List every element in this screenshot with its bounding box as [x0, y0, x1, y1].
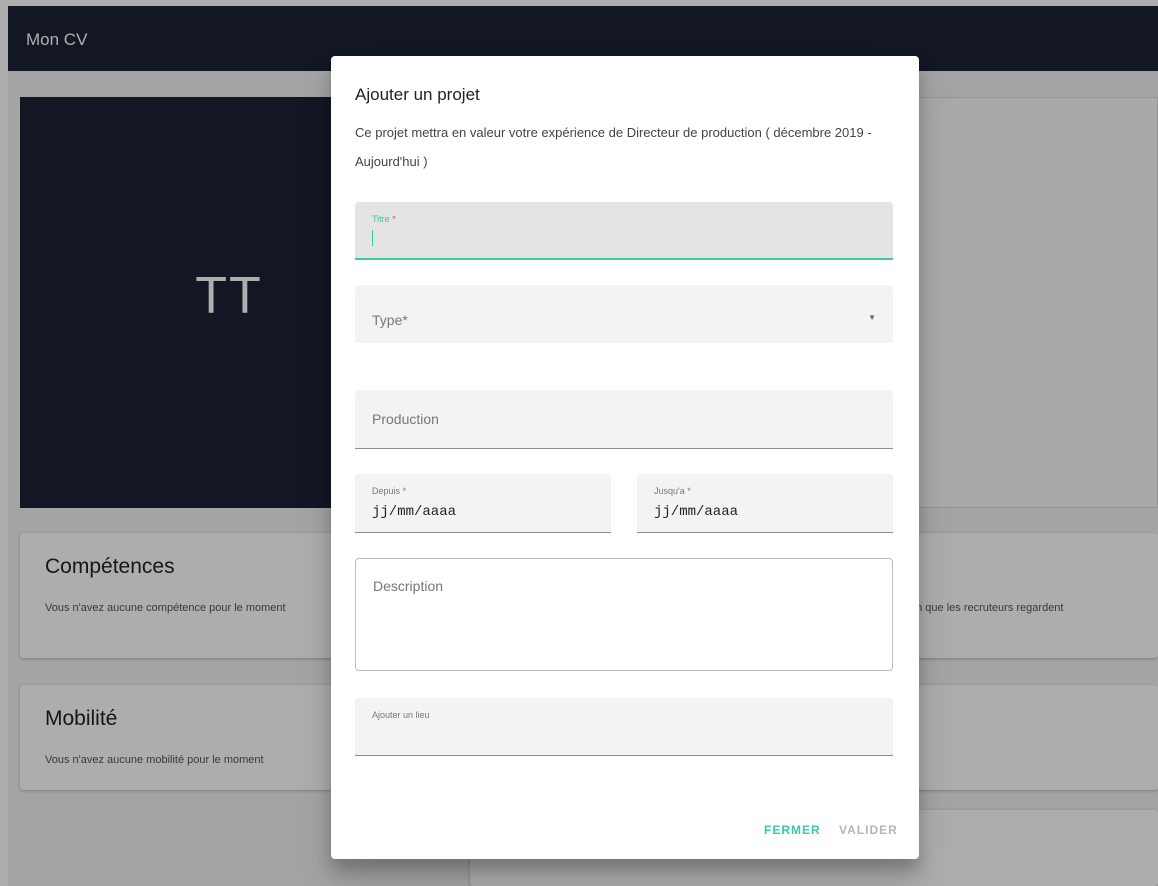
- production-field[interactable]: Production: [355, 390, 893, 449]
- close-button[interactable]: FERMER: [764, 823, 821, 837]
- title-field-label: Titre *: [372, 214, 396, 224]
- start-date-label: Depuis *: [372, 486, 407, 496]
- type-select-label: Type*: [372, 312, 408, 328]
- dialog-description: Ce projet mettra en valeur votre expérie…: [355, 125, 872, 169]
- add-project-dialog: Ajouter un projet Ce projet mettra en va…: [331, 56, 919, 859]
- end-date-value: jj/mm/aaaa: [654, 504, 739, 520]
- end-date-field[interactable]: Jusqu'a * jj/mm/aaaa: [637, 474, 893, 533]
- dialog-title: Ajouter un projet: [355, 85, 480, 104]
- submit-button[interactable]: VALIDER: [839, 823, 898, 837]
- description-textarea[interactable]: Description: [355, 558, 893, 671]
- start-date-value: jj/mm/aaaa: [372, 504, 457, 520]
- title-field[interactable]: Titre *: [355, 202, 893, 260]
- type-select[interactable]: Type* ▼: [355, 285, 893, 343]
- description-label: Description: [373, 578, 444, 594]
- start-date-field[interactable]: Depuis * jj/mm/aaaa: [355, 474, 611, 533]
- end-date-label: Jusqu'a *: [654, 486, 691, 496]
- production-field-label: Production: [372, 411, 439, 427]
- location-field[interactable]: Ajouter un lieu: [355, 698, 893, 756]
- location-field-label: Ajouter un lieu: [372, 710, 430, 720]
- text-cursor: [372, 230, 373, 246]
- dropdown-arrow-icon: ▼: [868, 313, 876, 322]
